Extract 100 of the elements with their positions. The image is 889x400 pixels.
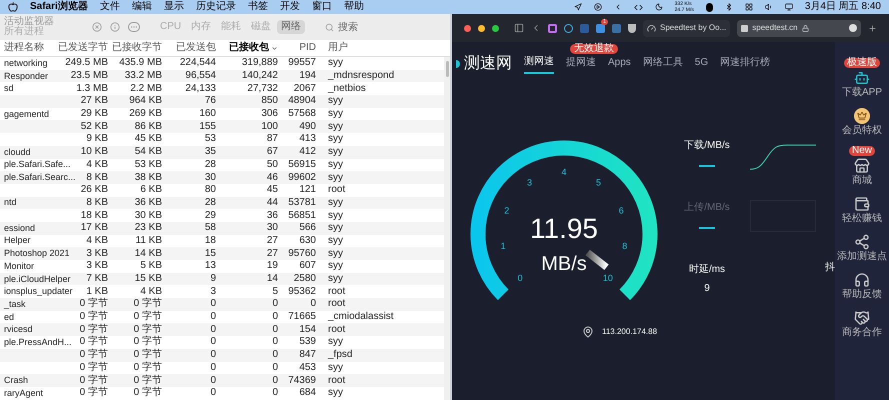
- table-cell: 2580: [294, 273, 316, 284]
- table-cell: 2.2 MB: [130, 82, 162, 94]
- nav-link[interactable]: 网速排行榜: [720, 55, 770, 73]
- table-cell: ple.iCloudHelper: [4, 274, 71, 284]
- sidebar-item[interactable]: 轻松赚钱: [842, 196, 882, 224]
- table-cell: _fpsd: [328, 349, 352, 360]
- sidebar-icon[interactable]: [514, 23, 524, 33]
- table-cell: _cmiodalassist: [328, 311, 394, 322]
- nav-link[interactable]: 网络工具: [642, 55, 683, 73]
- table-cell: 71665: [288, 311, 316, 322]
- location-icon[interactable]: [574, 3, 582, 11]
- table-cell: 48904: [288, 95, 316, 106]
- table-cell: 36: [266, 210, 278, 221]
- table-cell: ntd: [4, 197, 17, 208]
- sidebar-item[interactable]: 会员特权: [842, 108, 882, 136]
- volume-icon[interactable]: [764, 3, 773, 11]
- table-cell: 0: [210, 324, 216, 335]
- table-cell: _task: [4, 298, 26, 309]
- browser-tab[interactable]: speedtest.cn: [737, 20, 861, 36]
- sidebar-item[interactable]: 添加测速点: [837, 234, 887, 262]
- table-cell: 23.5 MB: [70, 70, 108, 82]
- close-window-button[interactable]: [464, 24, 471, 32]
- display-icon[interactable]: [784, 3, 793, 11]
- table-cell: 52 KB: [80, 120, 108, 132]
- apple-logo-icon[interactable]: [8, 2, 18, 12]
- column-header[interactable]: 进程名称: [4, 43, 44, 53]
- tab-title: Speedtest by Oo...: [660, 22, 726, 34]
- bluetooth-icon[interactable]: [724, 3, 733, 11]
- menu-item[interactable]: 帮助: [344, 2, 364, 12]
- app-icon[interactable]: [706, 2, 713, 12]
- table-cell: 33.2 MB: [124, 70, 162, 82]
- minimize-window-button[interactable]: [478, 24, 485, 32]
- table-cell: 53781: [288, 196, 316, 208]
- table-cell: 319,889: [242, 57, 278, 68]
- site-logo[interactable]: 测速网: [464, 52, 512, 76]
- menu-item[interactable]: 显示: [164, 2, 184, 12]
- ip-address: 113.200.174.88: [602, 326, 658, 338]
- moon-icon[interactable]: [654, 3, 663, 11]
- tab[interactable]: 网络: [277, 20, 306, 34]
- sidebar-item[interactable]: 极速版 下载APP: [842, 58, 882, 98]
- nav-link[interactable]: 测网速: [524, 54, 554, 74]
- sidebar-item[interactable]: 帮助反馈: [842, 272, 882, 300]
- table-cell: 269 KB: [129, 108, 162, 120]
- search-field[interactable]: 搜索: [338, 20, 398, 34]
- menu-item[interactable]: 开发: [280, 2, 300, 12]
- column-header[interactable]: 已接收包: [229, 43, 269, 53]
- handshake-icon: [854, 310, 870, 326]
- table-cell: 23 KB: [134, 222, 162, 234]
- table-cell: 8 KB: [86, 196, 108, 208]
- table-cell: 11 KB: [136, 234, 162, 246]
- table-cell: 9 KB: [86, 133, 108, 144]
- sidebar-item[interactable]: 商务合作: [842, 310, 882, 338]
- menu-item[interactable]: 文件: [100, 2, 120, 12]
- menu-item[interactable]: 书签: [248, 2, 268, 12]
- location-pin-icon: [582, 326, 594, 338]
- speed-unit: MB/s: [541, 253, 587, 275]
- table-cell: 0: [272, 349, 278, 360]
- menu-item[interactable]: 编辑: [132, 2, 152, 12]
- table-cell: 0: [210, 362, 216, 373]
- table-cell: syy: [328, 248, 343, 259]
- table-cell: 249.5 MB: [65, 57, 108, 68]
- column-header[interactable]: 已发送包: [176, 43, 216, 53]
- code-icon[interactable]: [634, 2, 643, 12]
- sidebar-item[interactable]: New 商城: [848, 146, 875, 186]
- table-cell: networking: [4, 58, 48, 68]
- grid-icon[interactable]: [744, 3, 753, 11]
- column-header[interactable]: 已接收字节: [112, 43, 162, 53]
- table-cell: 36 KB: [134, 196, 162, 208]
- more-icon[interactable]: [849, 24, 857, 32]
- menu-item[interactable]: 历史记录: [196, 2, 236, 12]
- menu-item[interactable]: 窗口: [312, 2, 332, 12]
- browser-tab[interactable]: Speedtest by Oo...: [643, 20, 730, 36]
- nav-link[interactable]: Apps: [608, 55, 631, 73]
- shop-icon: [854, 158, 870, 174]
- shield-icon[interactable]: [628, 24, 636, 32]
- play-icon[interactable]: [594, 3, 602, 11]
- table-cell: 607: [299, 260, 316, 272]
- menu-item[interactable]: Safari浏览器: [30, 2, 88, 12]
- scrollbar[interactable]: [444, 57, 450, 400]
- nav-link[interactable]: 提网速: [566, 55, 596, 73]
- nav-link[interactable]: 5G: [694, 55, 708, 73]
- table-cell: 160: [199, 108, 216, 120]
- zoom-window-button[interactable]: [492, 24, 499, 32]
- sidebar-label: 轻松赚钱: [842, 214, 882, 224]
- table-cell: root: [328, 324, 346, 335]
- table-cell: 0: [210, 374, 216, 386]
- table-cell: 7 KB: [86, 273, 108, 284]
- table-cell: 0 字节: [80, 387, 108, 398]
- column-header[interactable]: PID: [299, 43, 316, 53]
- table-cell: ple.Safari.Safe...: [4, 159, 71, 170]
- gauge-tick-label: 3: [527, 177, 532, 188]
- column-header[interactable]: 已发送字节: [58, 43, 108, 53]
- column-header[interactable]: 用户: [328, 43, 348, 53]
- table-cell: syy: [328, 57, 343, 68]
- new-tab-icon[interactable]: [868, 24, 877, 32]
- table-cell: 56915: [288, 158, 316, 170]
- table-cell: 0: [272, 387, 278, 398]
- table-cell: syy: [328, 158, 343, 170]
- table-cell: 4 KB: [86, 158, 108, 170]
- table-cell: 0 字节: [80, 311, 108, 322]
